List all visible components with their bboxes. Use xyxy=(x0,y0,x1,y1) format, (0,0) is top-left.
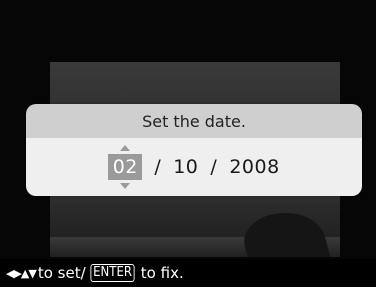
dialog-title: Set the date. xyxy=(26,104,362,138)
month-field[interactable]: 02 xyxy=(108,145,143,189)
help-to-set: to set/ xyxy=(37,264,86,282)
enter-key-badge: ENTER xyxy=(90,264,135,282)
camera-screen: Set the date. 02 / 10 / 2008 ◀▶▲▼ to set… xyxy=(0,0,376,287)
help-bar: ◀▶▲▼ to set/ ENTER to fix. xyxy=(0,259,376,287)
month-value: 02 xyxy=(112,156,138,178)
direction-arrows-icon: ◀▶▲▼ xyxy=(6,266,37,280)
year-field[interactable]: 2008 xyxy=(229,156,279,178)
date-row: 02 / 10 / 2008 xyxy=(26,138,362,196)
photo-silhouette xyxy=(238,202,332,257)
date-separator: / xyxy=(210,156,218,178)
help-to-fix: to fix. xyxy=(140,264,184,282)
dialog-body: 02 / 10 / 2008 xyxy=(26,138,362,196)
day-field[interactable]: 10 xyxy=(173,156,198,178)
date-separator: / xyxy=(154,156,162,178)
increment-arrow-icon[interactable] xyxy=(120,145,131,151)
decrement-arrow-icon[interactable] xyxy=(120,183,131,189)
set-date-dialog: Set the date. 02 / 10 / 2008 xyxy=(26,104,362,196)
